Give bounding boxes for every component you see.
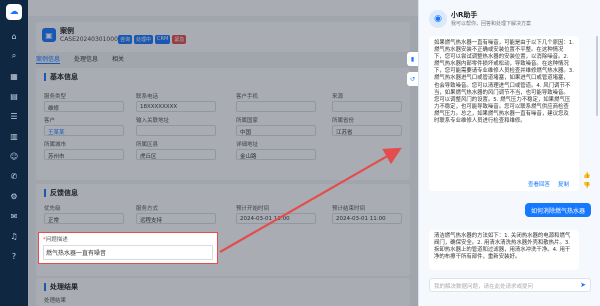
home-icon[interactable]: ⌂ <box>8 30 20 42</box>
grid-icon[interactable]: ▦ <box>8 70 20 82</box>
assistant-name: 小R助手 <box>451 11 478 19</box>
assistant-answer: 如果燃气热水器一直有噪音，可能是由于以下几个原因：1. 燃气热水器安装不正确或安… <box>429 36 579 191</box>
assistant-answer-2: 清洁燃气热水器的方法如下：1. 关闭热水器的电源和燃气阀门，确保安全。2. 用清… <box>429 230 579 270</box>
scrollbar[interactable] <box>596 36 598 116</box>
desc-label: *问题描述 <box>43 237 68 243</box>
chat-input[interactable]: 我的解决数据问题，请在此处请求或提问 ➤ <box>429 278 591 292</box>
phone-icon[interactable]: ✆ <box>8 170 20 182</box>
answer-actions: 查看回答 复制 <box>429 180 579 188</box>
thumbs-up-icon[interactable]: 👍 <box>583 172 590 179</box>
help-icon[interactable]: ? <box>8 250 20 262</box>
settings-icon[interactable]: ⚙ <box>8 190 20 202</box>
user-message: 如何消除燃气热水器 <box>525 203 591 217</box>
assistant-panel: ◉ 小R助手 我可以帮你，回答和处理下解决方案 如果燃气热水器一直有噪音，可能是… <box>418 0 600 306</box>
search-icon[interactable]: ⌕ <box>8 50 20 62</box>
list-icon[interactable]: ☰ <box>8 110 20 122</box>
app-sidebar: ☁ ⌂ ⌕ ▦ ▤ ☰ ▥ ☺ ✆ ⚙ ✉ ♫ ? <box>0 0 28 306</box>
problem-description-input[interactable]: 燃气热水器一直有噪音 <box>43 245 213 260</box>
assistant-subtitle: 我可以帮你，回答和处理下解决方案 <box>451 21 532 27</box>
thumbs-down-icon[interactable]: 👎 <box>583 182 590 189</box>
panel-toggle-icon[interactable]: ▮ <box>407 52 418 66</box>
bell-icon[interactable]: ♫ <box>8 230 20 242</box>
bot-avatar-icon: ◉ <box>429 10 447 28</box>
mail-icon[interactable]: ✉ <box>8 210 20 222</box>
view-answer-link[interactable]: 查看回答 <box>528 180 550 188</box>
copy-link[interactable]: 复制 <box>558 180 569 188</box>
app-logo: ☁ <box>6 4 22 20</box>
chart-icon[interactable]: ▥ <box>8 130 20 142</box>
assistant-tab-icon[interactable]: ↺ <box>407 72 418 86</box>
doc-icon[interactable]: ▤ <box>8 90 20 102</box>
chat-input-placeholder: 我的解决数据问题，请在此处请求或提问 <box>434 284 534 290</box>
send-icon[interactable]: ➤ <box>580 281 586 289</box>
problem-description-highlight: *问题描述 燃气热水器一直有噪音 <box>38 232 218 264</box>
user-icon[interactable]: ☺ <box>8 150 20 162</box>
